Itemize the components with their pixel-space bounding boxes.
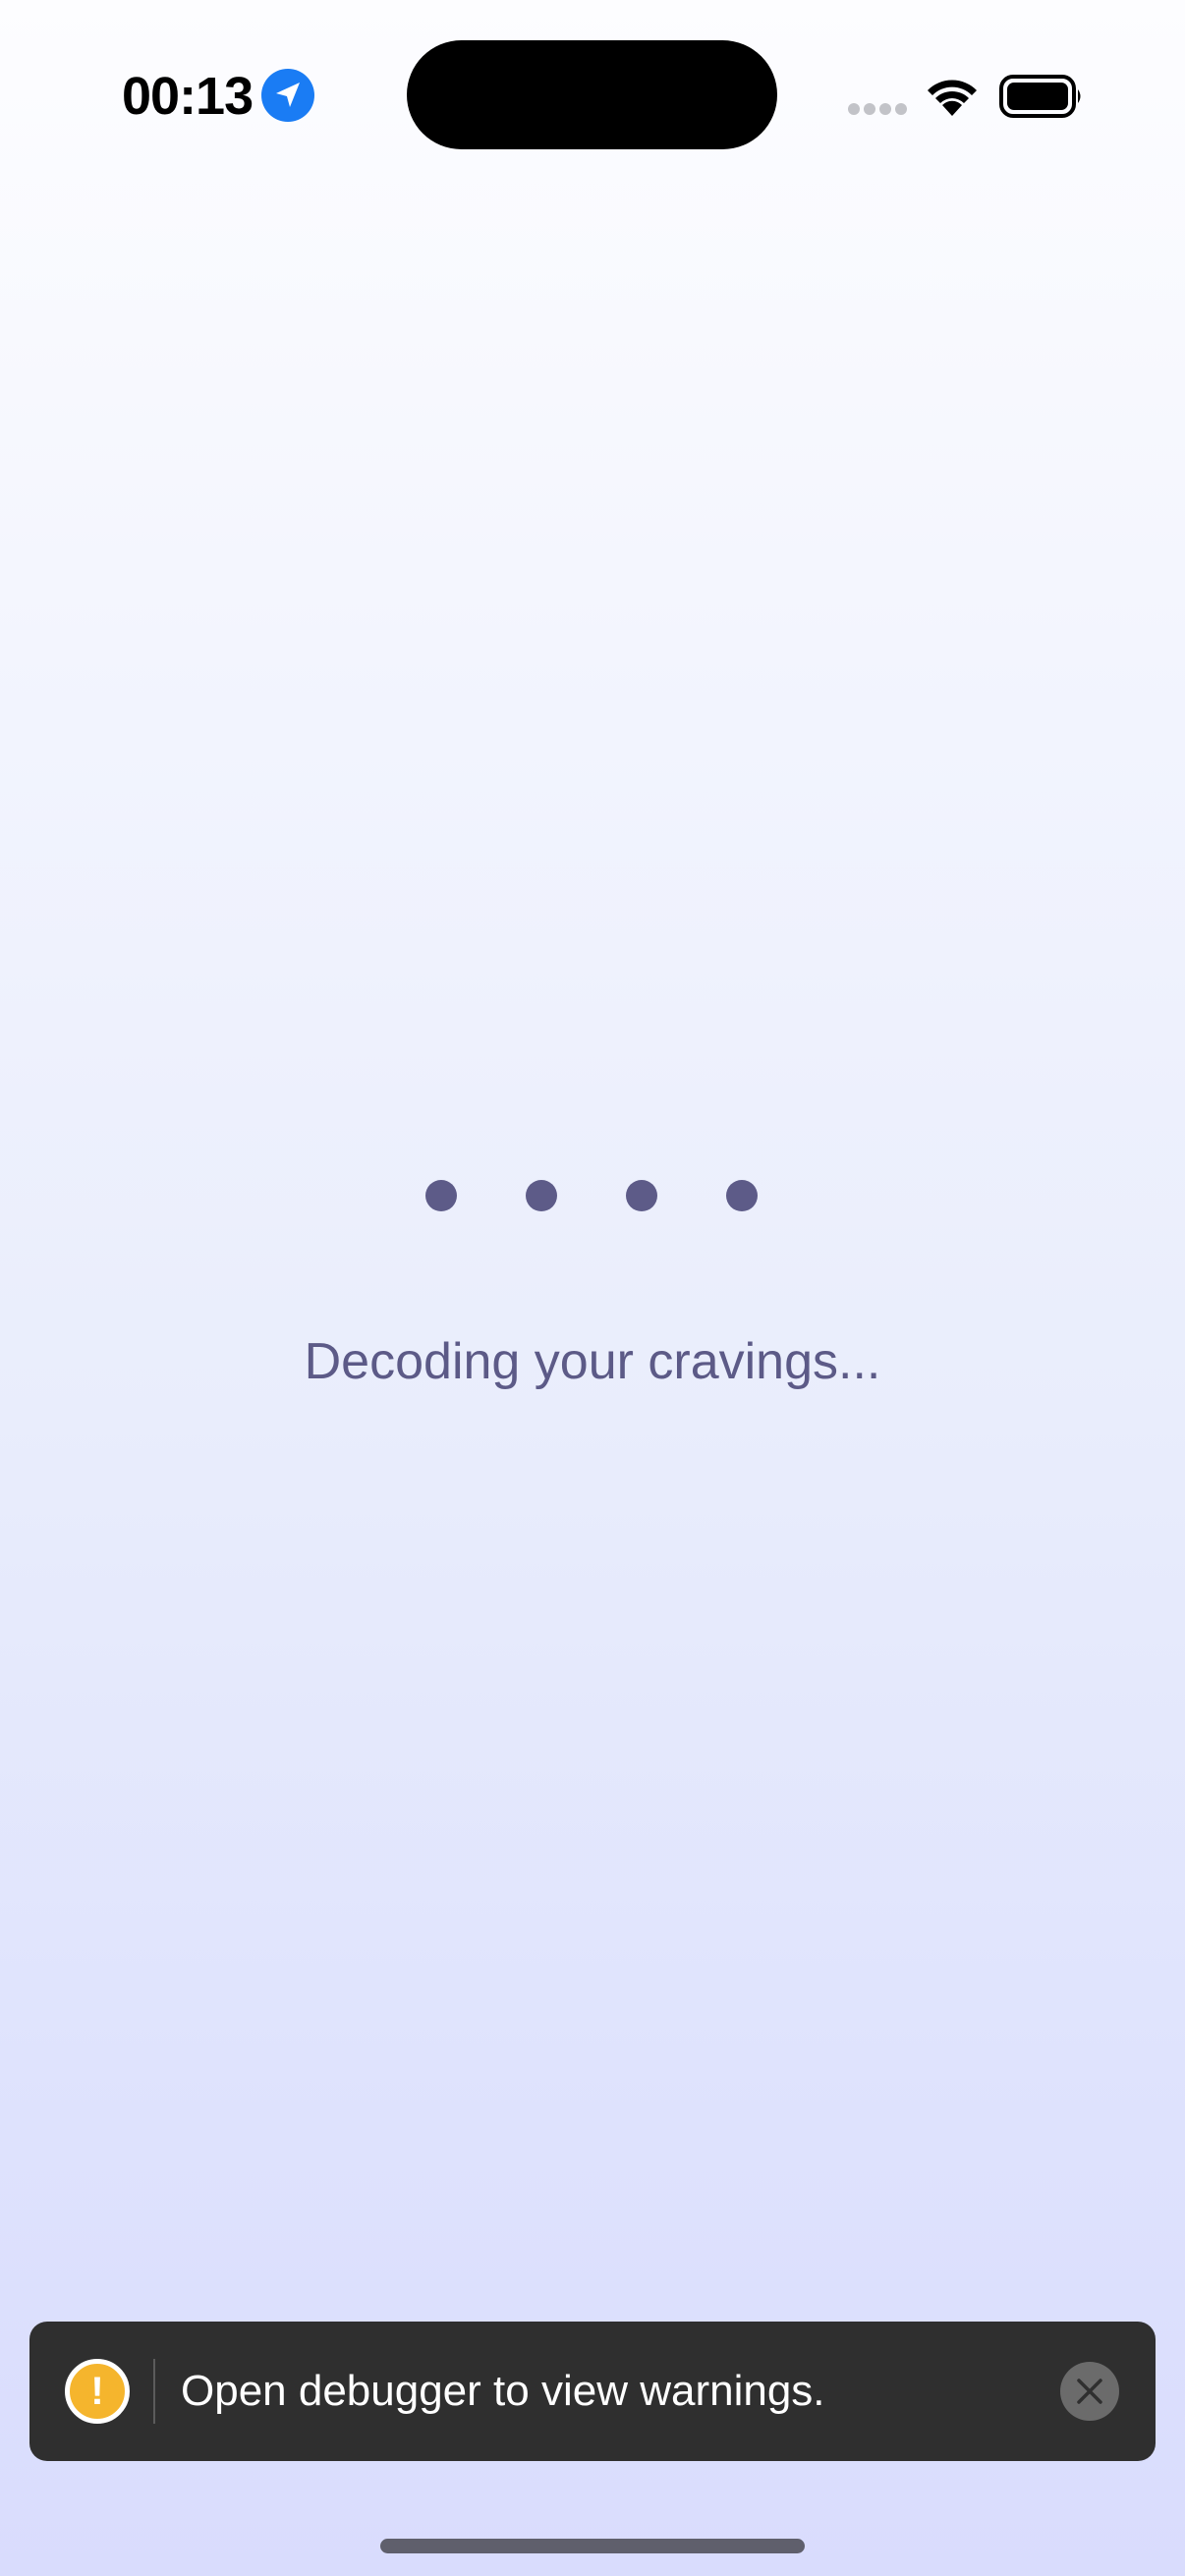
app-screen: 00:13 Decoding your cravings... ! Open d… (0, 0, 1185, 2576)
location-arrow-icon (261, 69, 314, 122)
wifi-icon (928, 80, 977, 116)
loading-dots (425, 1180, 760, 1213)
close-icon (1077, 2379, 1102, 2404)
status-time: 00:13 (122, 67, 254, 126)
dynamic-island (407, 40, 777, 149)
loading-dot (626, 1180, 657, 1211)
home-indicator[interactable] (380, 2539, 805, 2553)
debugger-toast[interactable]: ! Open debugger to view warnings. (29, 2322, 1156, 2461)
loading-dot (526, 1180, 557, 1211)
toast-message[interactable]: Open debugger to view warnings. (181, 2356, 825, 2427)
toast-divider (153, 2359, 155, 2424)
cellular-signal-icon (848, 103, 907, 115)
loading-message: Decoding your cravings... (304, 1333, 881, 1390)
loading-dot (425, 1180, 457, 1211)
loading-dot (726, 1180, 758, 1211)
close-toast-button[interactable] (1060, 2362, 1119, 2421)
warning-icon: ! (65, 2359, 130, 2424)
battery-icon (999, 75, 1081, 118)
